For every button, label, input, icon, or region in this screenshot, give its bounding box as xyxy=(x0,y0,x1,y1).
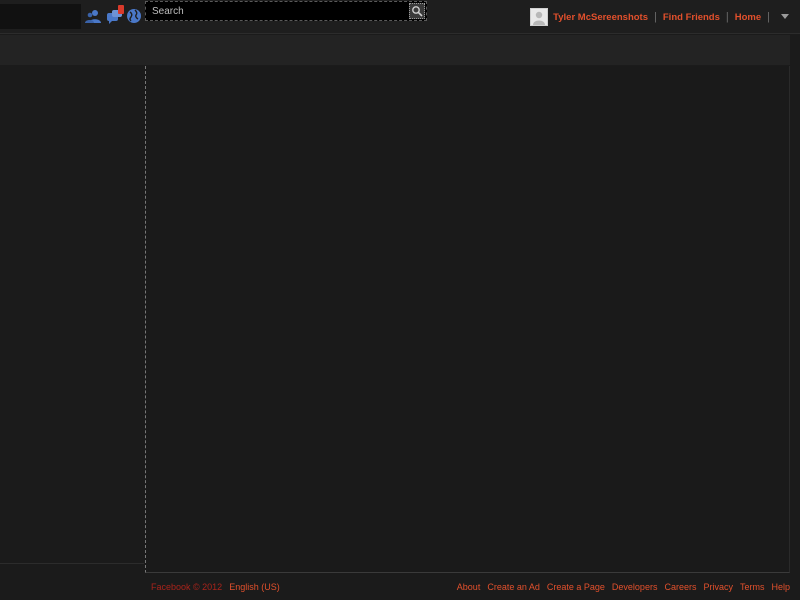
nav-divider: | xyxy=(767,11,770,23)
avatar-icon[interactable] xyxy=(530,8,549,26)
footer-link-about[interactable]: About xyxy=(457,582,481,592)
home-link[interactable]: Home xyxy=(735,12,761,23)
friend-requests-icon[interactable] xyxy=(84,7,102,25)
nav-divider: | xyxy=(725,11,729,23)
footer-link-terms[interactable]: Terms xyxy=(740,582,765,592)
footer: Facebook © 2012 English (US) About Creat… xyxy=(145,579,790,595)
notifications-globe-icon[interactable] xyxy=(125,7,143,25)
language-link[interactable]: English (US) xyxy=(229,582,280,592)
chevron-down-icon xyxy=(781,14,789,19)
footer-link-developers[interactable]: Developers xyxy=(612,582,658,592)
profile-link[interactable]: Tyler McSereenshots xyxy=(553,12,648,23)
copyright-text: Facebook © 2012 xyxy=(151,582,223,592)
sub-header-bar xyxy=(0,35,790,65)
search-input[interactable] xyxy=(150,3,405,19)
search-box xyxy=(145,1,427,21)
main-content xyxy=(145,66,790,573)
footer-link-create-ad[interactable]: Create an Ad xyxy=(487,582,540,592)
account-nav: Tyler McSereenshots | Find Friends | Hom… xyxy=(530,7,792,27)
left-sidebar xyxy=(0,66,144,564)
search-button[interactable] xyxy=(409,3,425,19)
search-icon xyxy=(412,6,423,17)
page: Tyler McSereenshots | Find Friends | Hom… xyxy=(0,0,800,600)
footer-link-help[interactable]: Help xyxy=(771,582,790,592)
account-menu-button[interactable] xyxy=(778,10,792,24)
top-bar: Tyler McSereenshots | Find Friends | Hom… xyxy=(0,0,800,34)
footer-left: Facebook © 2012 English (US) xyxy=(145,582,280,592)
footer-links: About Create an Ad Create a Page Develop… xyxy=(450,582,790,592)
nav-divider: | xyxy=(654,11,657,23)
messages-icon[interactable] xyxy=(106,5,124,25)
footer-link-create-page[interactable]: Create a Page xyxy=(547,582,605,592)
footer-link-privacy[interactable]: Privacy xyxy=(703,582,733,592)
find-friends-link[interactable]: Find Friends xyxy=(663,12,720,23)
footer-link-careers[interactable]: Careers xyxy=(664,582,696,592)
logo[interactable] xyxy=(0,4,81,29)
messages-badge xyxy=(118,5,124,14)
